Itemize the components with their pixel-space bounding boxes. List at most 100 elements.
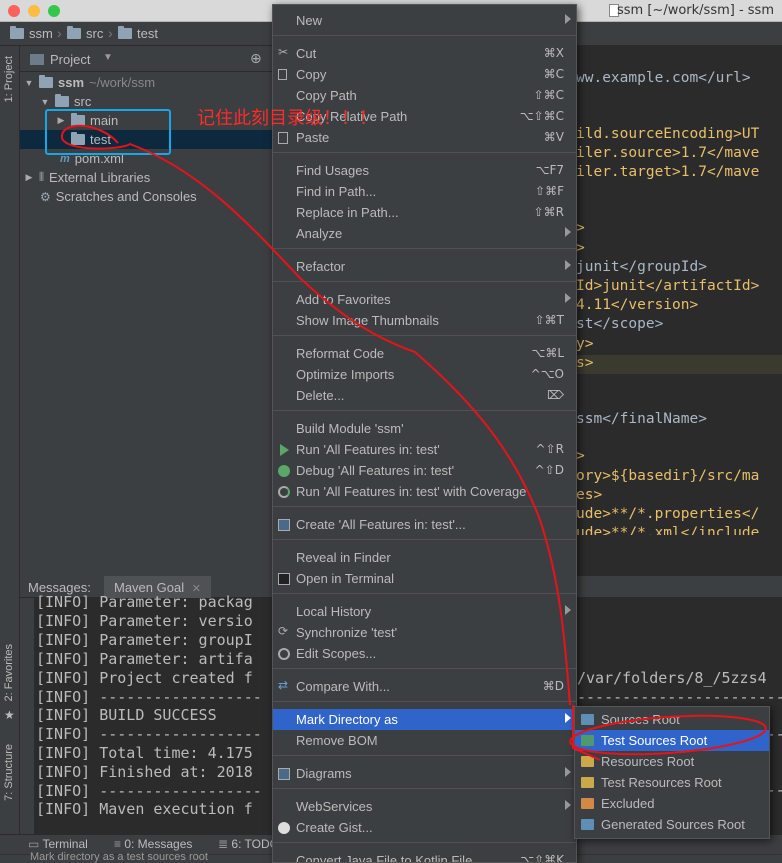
submenu-item-sources-root[interactable]: Sources Root [575,709,769,730]
tree-node-src[interactable]: ▼ src [40,92,91,111]
collapse-arrow-icon[interactable]: ▶ [56,115,66,126]
menu-item-add-to-favorites[interactable]: Add to Favorites [273,289,576,310]
menu-item-shortcut: ⌘C [543,67,564,81]
project-view-icon [30,54,44,65]
breadcrumb-ssm[interactable]: ssm [10,26,53,41]
tree-node-ssm[interactable]: ▼ ssm ~/work/ssm [24,73,155,92]
favorites-tool-tab[interactable]: 2: Favorites [3,644,15,701]
menu-item-label: Show Image Thumbnails [296,313,439,328]
menu-item-convert-to-kotlin[interactable]: Convert Java File to Kotlin File ⌥⇧⌘K [273,850,576,863]
expand-arrow-icon[interactable]: ▼ [24,78,34,88]
menu-separator [273,539,576,540]
menu-item-find-in-path[interactable]: Find in Path... ⇧⌘F [273,181,576,202]
minimize-window-button[interactable] [28,5,40,17]
menu-item-optimize-imports[interactable]: Optimize Imports ^⌥O [273,364,576,385]
menu-item-webservices[interactable]: WebServices [273,796,576,817]
menu-item-shortcut: ⌥⇧⌘C [519,109,564,123]
gear-icon[interactable]: ⊕ [250,50,262,67]
menu-item-local-history[interactable]: Local History [273,601,576,622]
menu-item-open-in-terminal[interactable]: Open in Terminal [273,568,576,589]
submenu-item-excluded[interactable]: Excluded [575,793,769,814]
menu-item-diagrams[interactable]: Diagrams [273,763,576,784]
menu-item-mark-directory-as[interactable]: Mark Directory as [273,709,576,730]
collapse-arrow-icon[interactable]: ▶ [24,172,34,183]
menu-item-label: New [296,13,323,28]
compare-icon: ⇄ [278,678,289,692]
menu-item-delete[interactable]: Delete... ⌦ [273,385,576,406]
tree-node-label: main [90,113,119,128]
tree-node-main[interactable]: ▶ main [56,111,118,130]
breadcrumb-src[interactable]: src [67,26,103,41]
menu-item-remove-bom[interactable]: Remove BOM [273,730,576,751]
menu-item-create-gist[interactable]: Create Gist... [273,817,576,838]
submenu-item-resources-root[interactable]: Resources Root [575,751,769,772]
code-line: ssm</finalName> [576,411,707,427]
menu-item-analyze[interactable]: Analyze [273,223,576,244]
menu-item-compare-with[interactable]: ⇄ Compare With... ⌘D [273,676,576,697]
tree-node-test[interactable]: test [20,130,272,149]
menu-item-cut[interactable]: ✂ Cut ⌘X [273,43,576,64]
menu-separator [273,281,576,282]
menu-item-label: Analyze [296,226,343,241]
menu-item-show-image-thumbnails[interactable]: Show Image Thumbnails ⇧⌘T [273,310,576,331]
menu-item-run-with-coverage[interactable]: Run 'All Features in: test' with Coverag… [273,481,576,502]
menu-item-new[interactable]: New [273,10,576,31]
menu-item-refactor[interactable]: Refactor [273,256,576,277]
menu-item-label: Run 'All Features in: test' [296,442,440,457]
log-line: [INFO] Finished at: 2018 [36,763,253,781]
terminal-icon: ▭ [28,837,43,851]
tree-node-label: pom.xml [74,151,124,166]
menu-item-shortcut: ⌘X [543,46,564,60]
submenu-item-generated-sources-root[interactable]: Generated Sources Root [575,814,769,835]
copy-icon [278,69,287,80]
expand-arrow-icon[interactable]: ▼ [40,97,50,107]
structure-tool-tab[interactable]: 7: Structure [3,744,15,801]
chevron-right-icon: › [57,25,62,41]
create-config-icon [278,519,290,531]
menu-item-build-module[interactable]: Build Module 'ssm' [273,418,576,439]
close-window-button[interactable] [8,5,20,17]
menu-item-run-tests[interactable]: Run 'All Features in: test' ^⇧R [273,439,576,460]
chevron-down-icon[interactable]: ▼ [103,52,113,63]
menu-item-create-run-config[interactable]: Create 'All Features in: test'... [273,514,576,535]
project-view-title[interactable]: Project [50,52,90,67]
menu-separator [273,842,576,843]
tree-node-label: External Libraries [49,170,151,185]
log-line: [INFO] ------------------ [36,782,262,800]
submenu-arrow-icon [565,767,571,777]
menu-item-reveal-in-finder[interactable]: Reveal in Finder [273,547,576,568]
menu-item-shortcut: ⇧⌘T [534,313,564,327]
menu-item-synchronize[interactable]: ⟳ Synchronize 'test' [273,622,576,643]
menu-item-copy[interactable]: Copy ⌘C [273,64,576,85]
menu-item-edit-scopes[interactable]: Edit Scopes... [273,643,576,664]
menu-item-shortcut: ^⇧D [534,463,564,477]
submenu-item-test-resources-root[interactable]: Test Resources Root [575,772,769,793]
submenu-item-test-sources-root[interactable]: Test Sources Root [575,730,769,751]
menu-item-debug-tests[interactable]: Debug 'All Features in: test' ^⇧D [273,460,576,481]
submenu-arrow-icon [565,800,571,810]
tab-messages[interactable]: ≡ 0: Messages [114,837,192,851]
tab-terminal[interactable]: ▭ Terminal [28,837,88,851]
tree-node-pom[interactable]: m pom.xml [60,149,124,168]
tree-node-external-libraries[interactable]: ▶ ⫴ External Libraries [24,168,151,187]
menu-item-copy-path[interactable]: Copy Path ⇧⌘C [273,85,576,106]
menu-item-replace-in-path[interactable]: Replace in Path... ⇧⌘R [273,202,576,223]
menu-item-label: Convert Java File to Kotlin File [296,853,473,863]
code-line: ude>**/*.xml</include [576,525,760,535]
menu-item-reformat-code[interactable]: Reformat Code ⌥⌘L [273,343,576,364]
tree-node-scratches[interactable]: ⚙ Scratches and Consoles [40,187,197,206]
zoom-window-button[interactable] [48,5,60,17]
menu-item-shortcut: ^⇧R [535,442,564,456]
menu-item-find-usages[interactable]: Find Usages ⌥F7 [273,160,576,181]
breadcrumb-test[interactable]: test [118,26,158,41]
menu-item-shortcut: ⌥⌘L [531,346,564,360]
tab-todo[interactable]: ≣ 6: TODO [218,837,279,851]
menu-item-paste[interactable]: Paste ⌘V [273,127,576,148]
menu-item-label: Create Gist... [296,820,373,835]
submenu-item-label: Test Resources Root [601,775,722,790]
submenu-arrow-icon [565,713,571,723]
project-tool-tab[interactable]: 1: Project [3,56,15,102]
code-line: s> [576,355,594,371]
code-line: ild.sourceEncoding>UT [576,126,760,142]
mark-directory-submenu: Sources Root Test Sources Root Resources… [574,706,770,839]
